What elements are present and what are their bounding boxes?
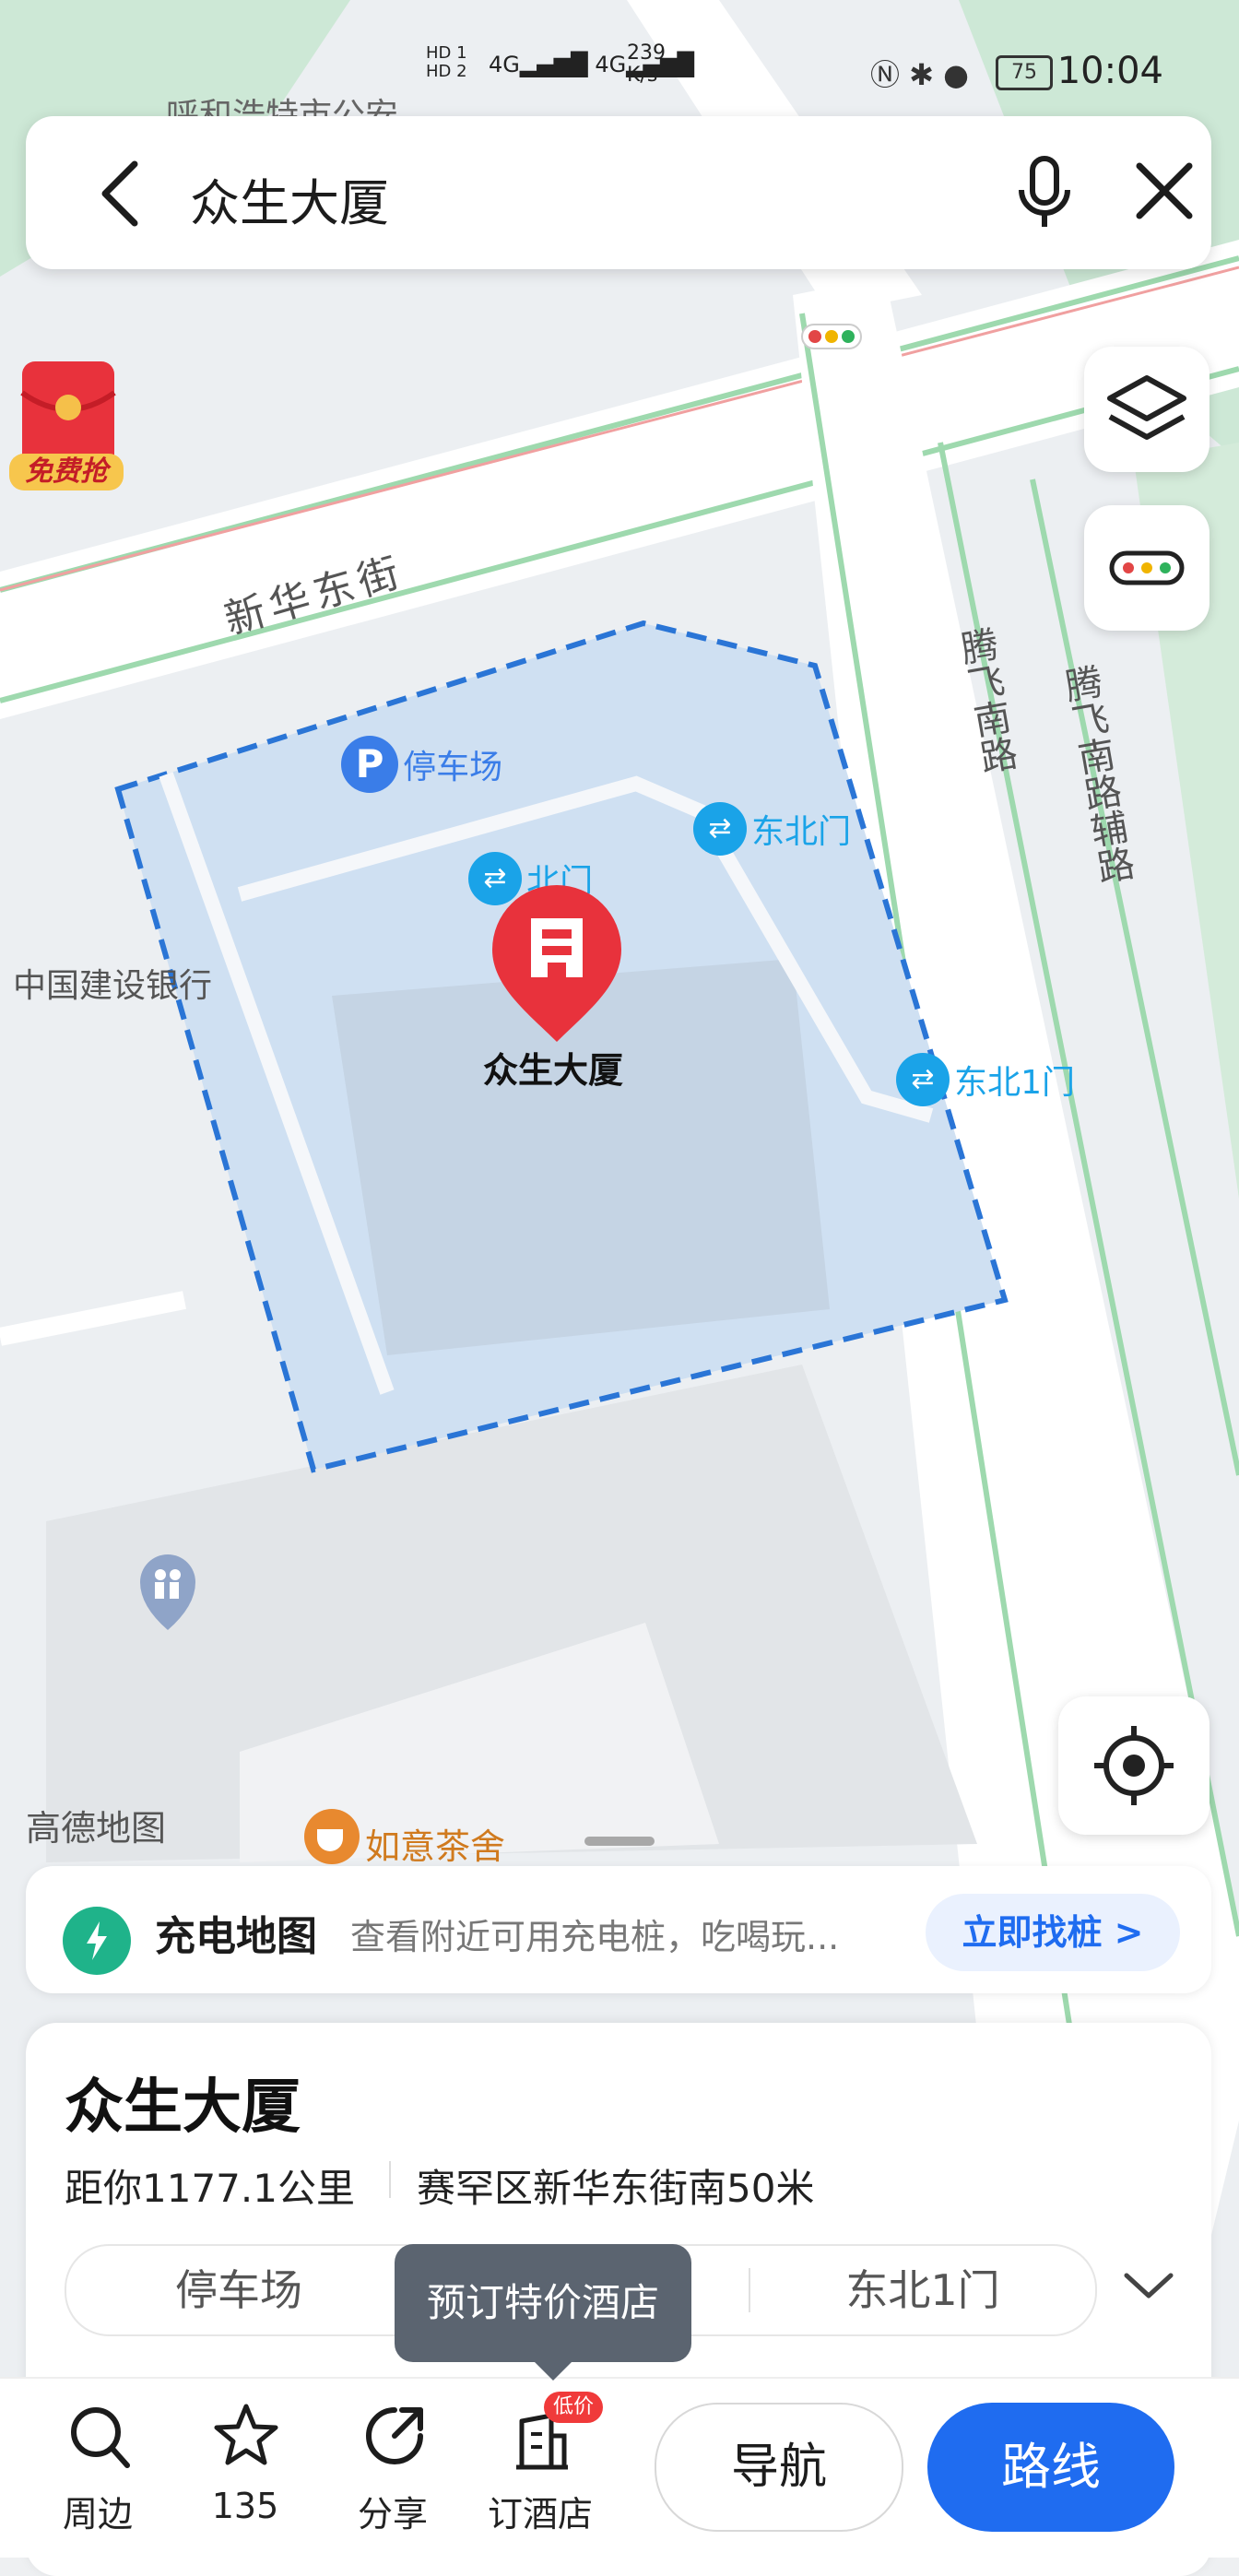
charge-title: 充电地图 (155, 1913, 317, 1960)
locate-me-button[interactable] (1058, 1696, 1210, 1835)
traffic-light-icon (1109, 550, 1185, 585)
place-address: 赛罕区新华东街南50米 (417, 2166, 815, 2211)
teahouse-icon[interactable] (304, 1809, 360, 1864)
chip-parking[interactable]: 停车场 (66, 2246, 411, 2334)
navigate-button[interactable]: 导航 (655, 2403, 903, 2532)
gate-icon: ⇄ (693, 802, 747, 856)
location-marker[interactable] (489, 881, 625, 1044)
search-bar[interactable]: 众生大厦 (26, 116, 1211, 269)
back-arrow-icon[interactable] (90, 157, 155, 230)
chip-northeast-gate-1[interactable]: 东北1门 (750, 2246, 1095, 2334)
gate-icon: ⇄ (896, 1053, 950, 1106)
divider (389, 2161, 391, 2198)
net-speed: 239 K/s (627, 41, 666, 87)
find-charger-button[interactable]: 立即找桩 > (926, 1894, 1180, 1971)
poi-northeast-gate-1[interactable]: ⇄ 东北1门 (896, 1053, 1075, 1106)
poi-northeast-gate[interactable]: ⇄ 东北门 (693, 802, 851, 856)
poi-parking[interactable]: P 停车场 (341, 736, 502, 793)
search-icon (71, 2407, 130, 2468)
charging-icon (63, 1907, 131, 1975)
map-watermark: 高德地图 (26, 1808, 167, 1849)
layers-button[interactable] (1084, 347, 1210, 472)
hotel-tooltip[interactable]: 预订特价酒店 (395, 2244, 691, 2381)
hotel-low-price-badge: 低价 (544, 2392, 603, 2423)
place-distance: 距你1177.1公里 (65, 2166, 355, 2211)
chevron-down-icon[interactable] (1123, 2268, 1174, 2305)
search-query[interactable]: 众生大厦 (190, 162, 389, 235)
close-icon[interactable] (1128, 155, 1200, 227)
poi-teahouse[interactable]: 如意茶舍 (365, 1818, 505, 1869)
route-button[interactable]: 路线 (927, 2403, 1174, 2532)
parking-icon: P (341, 736, 398, 793)
sim-labels: HD 1 HD 2 (426, 43, 467, 81)
traffic-button[interactable] (1084, 505, 1210, 631)
star-icon (214, 2404, 278, 2465)
nfc-bluetooth-location-icons: Ⓝ ✱ ● (870, 57, 970, 92)
promo-red-packet[interactable]: 免费抢 (6, 356, 125, 494)
share-icon (366, 2407, 423, 2464)
microphone-icon[interactable] (1012, 153, 1077, 232)
place-name: 众生大厦 (65, 2074, 301, 2142)
marker-label: 众生大厦 (483, 1050, 624, 1091)
charge-subtitle: 查看附近可用充电桩，吃喝玩... (350, 1917, 840, 1957)
clock: 10:04 (1056, 50, 1163, 92)
promo-badge: 免费抢 (9, 454, 124, 490)
sheet-drag-handle[interactable] (584, 1837, 655, 1846)
layers-icon (1107, 375, 1186, 440)
battery-icon: 75 (996, 55, 1053, 90)
building-marker-icon (492, 885, 621, 1042)
traffic-light-icon (801, 324, 862, 349)
bottom-action-bar: 周边 135 分享 低价 订酒店 导航 路线 (0, 2377, 1239, 2558)
poi-bank[interactable]: 中国建设银行 (13, 959, 212, 1007)
crosshair-icon (1094, 1726, 1174, 1805)
charge-map-banner[interactable]: 充电地图 查看附近可用充电桩，吃喝玩... 立即找桩 > (26, 1866, 1211, 1993)
